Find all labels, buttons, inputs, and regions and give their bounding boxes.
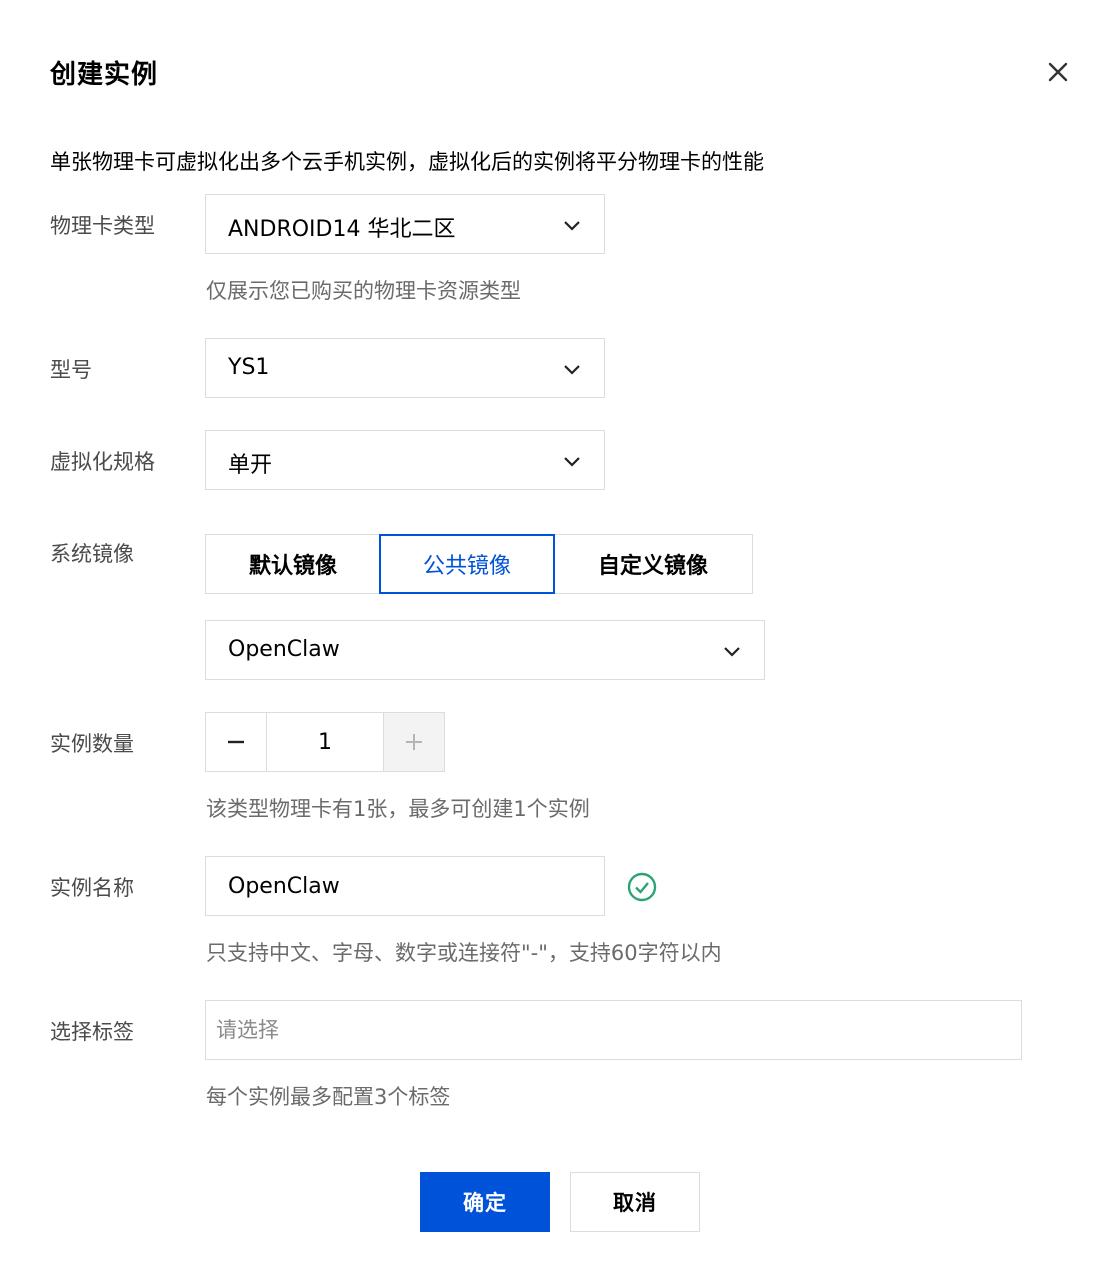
model-value: YS1	[228, 355, 270, 380]
confirm-button[interactable]: 确定	[420, 1172, 550, 1232]
check-circle-icon	[627, 872, 657, 902]
instance-count-label: 实例数量	[50, 732, 134, 756]
card-type-value: ANDROID14 华北二区	[228, 217, 456, 242]
tags-label: 选择标签	[50, 1020, 134, 1044]
card-type-hint: 仅展示您已购买的物理卡资源类型	[206, 279, 521, 303]
image-select[interactable]: OpenClaw	[205, 620, 765, 680]
tab-public-image[interactable]: 公共镜像	[379, 534, 555, 594]
virt-spec-select[interactable]: 单开	[205, 430, 605, 490]
chevron-down-icon	[564, 221, 580, 231]
model-label: 型号	[50, 358, 92, 382]
increment-button[interactable]	[383, 713, 444, 771]
chevron-down-icon	[564, 457, 580, 467]
chevron-down-icon	[724, 647, 740, 657]
image-value: OpenClaw	[228, 637, 340, 662]
instance-count-hint: 该类型物理卡有1张，最多可创建1个实例	[206, 797, 590, 821]
instance-name-label: 实例名称	[50, 876, 134, 900]
tab-custom-image[interactable]: 自定义镜像	[553, 534, 753, 594]
system-image-label: 系统镜像	[50, 542, 134, 566]
close-icon[interactable]	[1042, 56, 1074, 88]
tags-hint: 每个实例最多配置3个标签	[206, 1085, 451, 1109]
dialog-title: 创建实例	[50, 60, 159, 90]
tab-default-image[interactable]: 默认镜像	[205, 534, 381, 594]
quantity-stepper: 1	[205, 712, 445, 772]
plus-icon	[406, 734, 422, 750]
cancel-button[interactable]: 取消	[570, 1172, 700, 1232]
instance-name-input[interactable]	[205, 856, 605, 916]
chevron-down-icon	[564, 365, 580, 375]
quantity-value[interactable]: 1	[267, 713, 383, 771]
instance-name-hint: 只支持中文、字母、数字或连接符"-"，支持60字符以内	[206, 941, 722, 965]
model-select[interactable]: YS1	[205, 338, 605, 398]
decrement-button[interactable]	[206, 713, 267, 771]
card-type-label: 物理卡类型	[50, 214, 155, 238]
virt-spec-label: 虚拟化规格	[50, 450, 155, 474]
create-instance-dialog: 创建实例 单张物理卡可虚拟化出多个云手机实例，虚拟化后的实例将平分物理卡的性能 …	[0, 0, 1118, 1274]
dialog-intro: 单张物理卡可虚拟化出多个云手机实例，虚拟化后的实例将平分物理卡的性能	[50, 150, 764, 174]
tags-select[interactable]	[205, 1000, 1022, 1060]
card-type-select[interactable]: ANDROID14 华北二区	[205, 194, 605, 254]
minus-icon	[228, 740, 244, 744]
virt-spec-value: 单开	[228, 453, 273, 478]
